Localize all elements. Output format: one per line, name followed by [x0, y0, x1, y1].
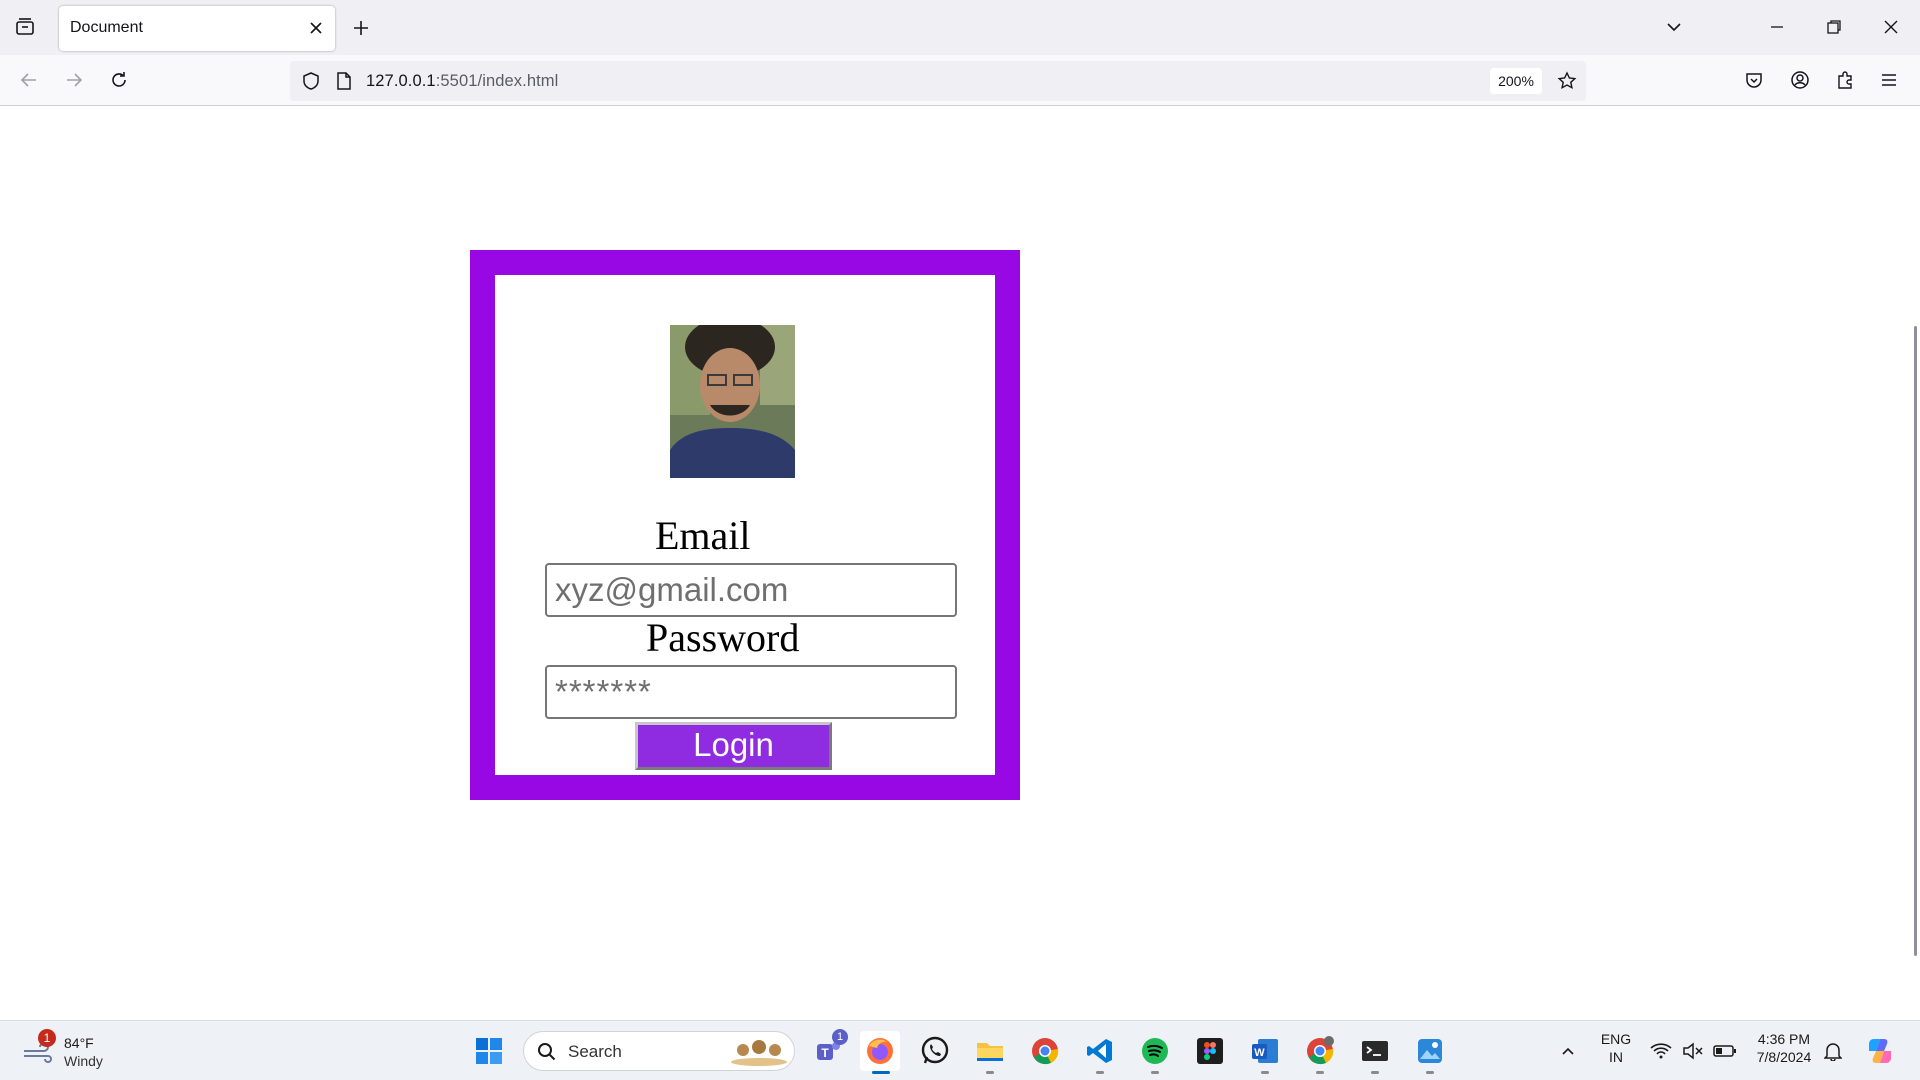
- photos-icon[interactable]: [1410, 1031, 1450, 1074]
- running-indicator: [1316, 1071, 1324, 1074]
- show-hidden-icons-icon[interactable]: [1548, 1031, 1588, 1071]
- clock-date: 7/8/2024: [1756, 1049, 1812, 1065]
- url-path: :5501/index.html: [435, 72, 559, 90]
- tab-bar: Document: [0, 0, 1920, 55]
- svg-text:T: T: [821, 1046, 829, 1060]
- running-indicator: [1261, 1071, 1269, 1074]
- address-bar[interactable]: 127.0.0.1:5501/index.html 200%: [290, 61, 1586, 101]
- pocket-icon[interactable]: [1740, 66, 1768, 94]
- copilot-icon[interactable]: [1860, 1031, 1900, 1071]
- taskbar-search[interactable]: Search: [523, 1031, 795, 1071]
- login-card: Email xyz@gmail.com Password ******* Log…: [495, 275, 995, 775]
- windows-start-icon[interactable]: [469, 1031, 509, 1071]
- svg-text:W: W: [1254, 1047, 1265, 1059]
- password-label: Password: [646, 615, 800, 660]
- url-text[interactable]: 127.0.0.1:5501/index.html: [366, 72, 558, 91]
- app-menu-icon[interactable]: [1875, 66, 1903, 94]
- tab-title: Document: [70, 19, 143, 36]
- close-tab-icon[interactable]: [305, 17, 327, 39]
- page-scrollbar[interactable]: [1914, 326, 1917, 956]
- teams-badge: 1: [832, 1029, 848, 1045]
- terminal-icon[interactable]: [1355, 1031, 1395, 1074]
- tab-document[interactable]: Document: [59, 6, 335, 51]
- zoom-level-badge[interactable]: 200%: [1490, 68, 1542, 94]
- new-tab-icon[interactable]: [347, 14, 375, 42]
- search-icon: [537, 1042, 557, 1067]
- back-icon[interactable]: [15, 66, 43, 94]
- running-indicator: [1151, 1071, 1159, 1074]
- firefox-icon[interactable]: [860, 1031, 900, 1074]
- nav-toolbar: 127.0.0.1:5501/index.html 200%: [0, 55, 1920, 106]
- chrome-profile-icon[interactable]: [1300, 1031, 1340, 1074]
- login-card-border: Email xyz@gmail.com Password ******* Log…: [470, 250, 1020, 800]
- taskbar: 1 84°F Windy Search T 1 W ENG IN 4:36 PM…: [0, 1020, 1920, 1080]
- running-indicator: [986, 1071, 994, 1074]
- weather-alert-badge: 1: [38, 1029, 56, 1047]
- weather-condition: Windy: [64, 1053, 103, 1069]
- search-highlight-icon: [729, 1038, 789, 1071]
- search-label: Search: [568, 1042, 622, 1061]
- email-field[interactable]: xyz@gmail.com: [545, 563, 957, 617]
- chrome-icon[interactable]: [1025, 1031, 1065, 1071]
- restore-icon[interactable]: [1820, 13, 1848, 41]
- weather-temp: 84°F: [64, 1035, 94, 1051]
- profile-photo: [670, 325, 795, 478]
- clock-time: 4:36 PM: [1757, 1031, 1811, 1047]
- whatsapp-icon[interactable]: [915, 1031, 955, 1071]
- notifications-bell-icon[interactable]: [1816, 1031, 1850, 1071]
- figma-icon[interactable]: [1190, 1031, 1230, 1071]
- tracking-protection-icon[interactable]: [297, 67, 325, 95]
- wifi-icon[interactable]: [1644, 1031, 1678, 1071]
- spotify-icon[interactable]: [1135, 1031, 1175, 1074]
- running-indicator: [872, 1071, 890, 1074]
- running-indicator: [1096, 1071, 1104, 1074]
- language-primary: ENG: [1600, 1031, 1632, 1047]
- teams-icon[interactable]: T 1: [808, 1029, 848, 1071]
- forward-icon[interactable]: [60, 66, 88, 94]
- minimize-icon[interactable]: [1763, 13, 1791, 41]
- file-explorer-icon[interactable]: [970, 1031, 1010, 1074]
- account-icon[interactable]: [1786, 66, 1814, 94]
- reload-icon[interactable]: [105, 66, 133, 94]
- url-host: 127.0.0.1: [366, 72, 436, 90]
- bookmark-star-icon[interactable]: [1553, 67, 1581, 95]
- close-window-icon[interactable]: [1877, 13, 1905, 41]
- extensions-icon[interactable]: [1831, 66, 1859, 94]
- running-indicator: [1426, 1071, 1434, 1074]
- volume-muted-icon[interactable]: [1676, 1031, 1710, 1071]
- email-label: Email: [655, 513, 751, 558]
- page-info-icon[interactable]: [330, 67, 358, 95]
- battery-icon[interactable]: [1708, 1031, 1742, 1071]
- language-indicator[interactable]: ENG IN: [1596, 1031, 1636, 1065]
- clock[interactable]: 4:36 PM 7/8/2024: [1748, 1031, 1820, 1065]
- login-button[interactable]: Login: [635, 722, 832, 770]
- running-indicator: [1371, 1071, 1379, 1074]
- weather-widget[interactable]: 1 84°F Windy: [22, 1029, 132, 1073]
- tab-list-icon[interactable]: [11, 13, 39, 41]
- vscode-icon[interactable]: [1080, 1031, 1120, 1074]
- page-viewport: Email xyz@gmail.com Password ******* Log…: [0, 106, 1920, 1020]
- word-icon[interactable]: W: [1245, 1031, 1285, 1074]
- weather-icon: [22, 1042, 54, 1068]
- password-field[interactable]: *******: [545, 665, 957, 719]
- language-secondary: IN: [1609, 1049, 1623, 1065]
- list-all-tabs-icon[interactable]: [1660, 13, 1688, 41]
